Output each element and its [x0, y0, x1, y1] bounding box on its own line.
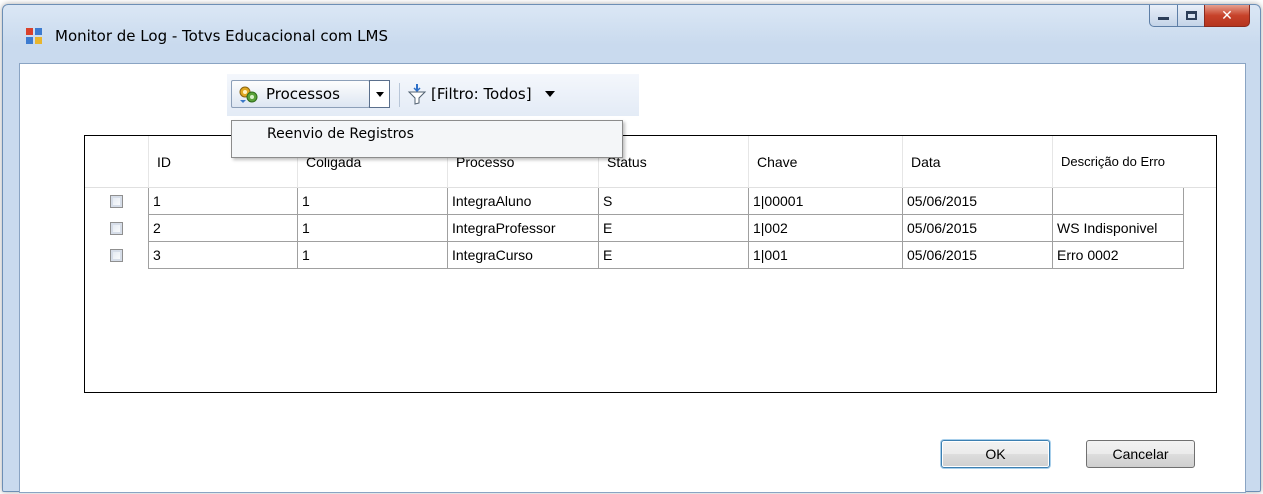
- cell-processo: IntegraProfessor: [447, 215, 598, 242]
- minimize-icon: [1158, 17, 1169, 20]
- cell-data: 05/06/2015: [902, 242, 1052, 269]
- chevron-down-icon: [544, 91, 555, 97]
- cell-coligada: 1: [297, 242, 447, 269]
- filter-button[interactable]: [Filtro: Todos]: [407, 80, 555, 108]
- row-checkbox[interactable]: [110, 195, 123, 208]
- funnel-filter-icon: [407, 84, 427, 105]
- row-select-cell[interactable]: [85, 188, 148, 215]
- maximize-button[interactable]: [1177, 5, 1204, 27]
- processos-dropdown-button[interactable]: [369, 80, 390, 108]
- cell-id: 2: [148, 215, 297, 242]
- row-checkbox[interactable]: [110, 222, 123, 235]
- close-button[interactable]: ✕: [1204, 5, 1250, 27]
- cell-descricao-erro: WS Indisponivel: [1052, 215, 1184, 242]
- cell-id: 1: [148, 188, 297, 215]
- maximize-icon: [1185, 11, 1197, 20]
- main-window: Monitor de Log - Totvs Educacional com L…: [2, 4, 1261, 493]
- app-window-icon: [26, 28, 42, 44]
- toolbar-separator: [399, 83, 400, 107]
- caption-buttons: ✕: [1149, 5, 1250, 27]
- ok-button[interactable]: OK: [941, 440, 1050, 468]
- cell-processo: IntegraCurso: [447, 242, 598, 269]
- filter-label: [Filtro: Todos]: [431, 85, 532, 103]
- processos-dropdown-menu: Reenvio de Registros: [231, 120, 623, 158]
- log-grid: ID Coligada Processo Status Chave Data D…: [84, 135, 1217, 393]
- column-header-chave[interactable]: Chave: [748, 136, 902, 188]
- toolbar: Processos [Filtro: Todos]: [227, 74, 639, 116]
- cell-processo: IntegraAluno: [447, 188, 598, 215]
- cell-descricao-erro: Erro 0002: [1052, 242, 1184, 269]
- cell-id: 3: [148, 242, 297, 269]
- row-checkbox[interactable]: [110, 249, 123, 262]
- cancel-button[interactable]: Cancelar: [1086, 440, 1195, 468]
- cell-coligada: 1: [297, 188, 447, 215]
- window-title: Monitor de Log - Totvs Educacional com L…: [55, 27, 388, 45]
- cell-chave: 1|00001: [748, 188, 902, 215]
- cell-data: 05/06/2015: [902, 215, 1052, 242]
- cell-status: E: [598, 242, 748, 269]
- title-bar: Monitor de Log - Totvs Educacional com L…: [3, 5, 1260, 63]
- cell-chave: 1|001: [748, 242, 902, 269]
- table-row[interactable]: 3 1 IntegraCurso E 1|001 05/06/2015 Erro…: [85, 242, 1216, 269]
- close-icon: ✕: [1221, 7, 1233, 24]
- minimize-button[interactable]: [1149, 5, 1177, 27]
- gear-process-icon: [239, 86, 258, 103]
- cell-data: 05/06/2015: [902, 188, 1052, 215]
- table-row[interactable]: 2 1 IntegraProfessor E 1|002 05/06/2015 …: [85, 215, 1216, 242]
- column-header-data[interactable]: Data: [902, 136, 1052, 188]
- cell-coligada: 1: [297, 215, 447, 242]
- cell-descricao-erro: [1052, 188, 1184, 215]
- client-area: Processos [Filtro: Todos] ID Coligada Pr…: [19, 63, 1246, 493]
- cell-status: E: [598, 215, 748, 242]
- column-header-descricao-erro[interactable]: Descrição do Erro: [1052, 136, 1184, 188]
- chevron-down-icon: [375, 91, 384, 97]
- processos-label: Processos: [266, 85, 340, 103]
- row-select-cell[interactable]: [85, 242, 148, 269]
- row-select-cell[interactable]: [85, 215, 148, 242]
- table-row[interactable]: 1 1 IntegraAluno S 1|00001 05/06/2015: [85, 188, 1216, 215]
- processos-button[interactable]: Processos: [231, 80, 370, 108]
- menu-item-reenvio-de-registros[interactable]: Reenvio de Registros: [234, 123, 620, 145]
- cell-status: S: [598, 188, 748, 215]
- cell-chave: 1|002: [748, 215, 902, 242]
